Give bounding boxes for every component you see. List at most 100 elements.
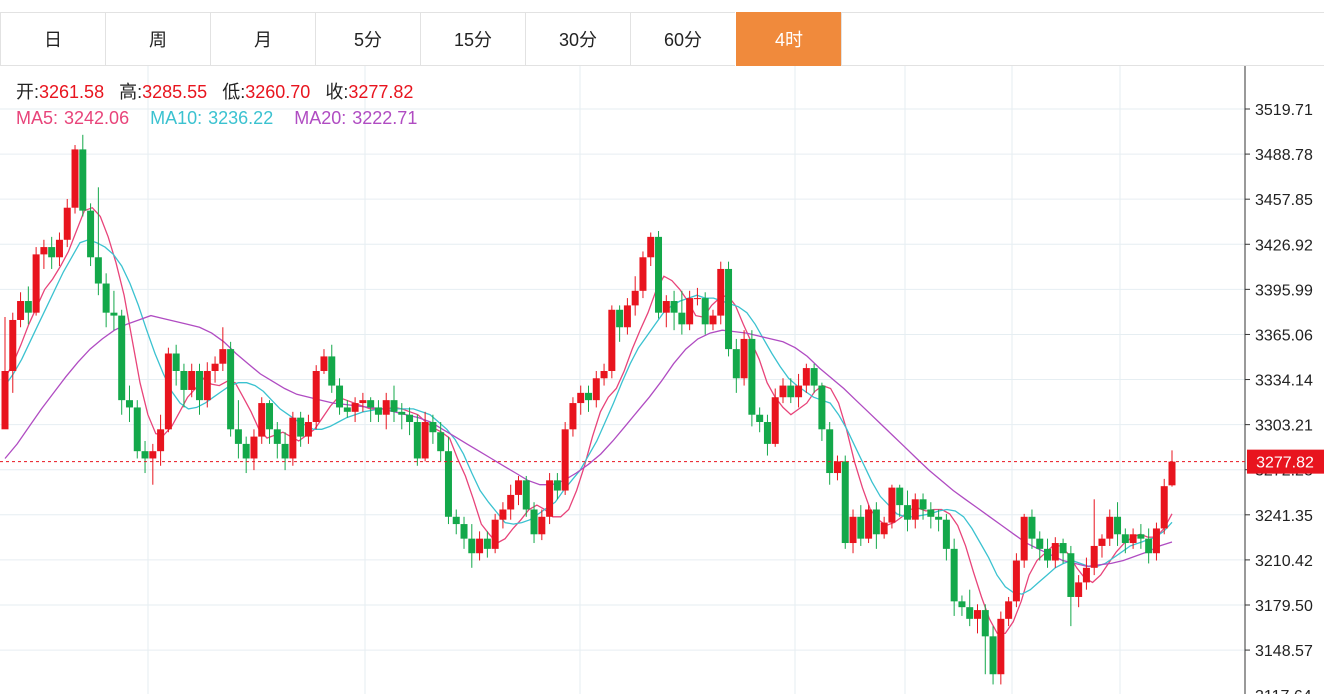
candle (281, 432, 289, 471)
candle-body (709, 315, 717, 325)
candle (188, 363, 196, 398)
candle (826, 422, 834, 485)
tab-week[interactable]: 周 (105, 12, 210, 66)
candle-body (841, 461, 849, 544)
candle (258, 397, 266, 444)
candle-body (180, 370, 188, 390)
price-axis: 3519.71 3488.78 3457.85 3426.92 3395.99 3365.… (1245, 102, 1313, 694)
y-tick-label: 3210.42 (1255, 553, 1313, 570)
tab-day[interactable]: 日 (0, 12, 105, 66)
candle (662, 295, 670, 328)
candle-body (538, 516, 546, 535)
low-label: 低: (222, 82, 245, 102)
ma10-label: MA10: (150, 108, 202, 128)
candle-body (149, 451, 157, 459)
ma5-value: 3242.06 (64, 108, 129, 128)
candle-body (32, 254, 40, 313)
candle-body (71, 149, 79, 208)
candle (1051, 537, 1059, 568)
candle (55, 232, 63, 267)
candle (740, 330, 748, 386)
candle (561, 422, 569, 495)
candle-body (266, 403, 274, 430)
candle-body (981, 610, 989, 637)
candle-body (242, 443, 250, 459)
candle (538, 509, 546, 541)
candle-body (693, 298, 701, 300)
tabs-filler (841, 12, 1324, 66)
candle (499, 502, 507, 529)
candle-body (125, 400, 133, 408)
tab-5min[interactable]: 5分 (315, 12, 420, 66)
candle-body (771, 397, 779, 444)
candle (896, 484, 904, 517)
ma10-value: 3236.22 (208, 108, 273, 128)
candle-body (763, 422, 771, 444)
candle (219, 327, 227, 371)
candle-body (234, 429, 242, 444)
candle (717, 261, 725, 325)
candle (981, 604, 989, 675)
candle (927, 502, 935, 529)
candle (452, 509, 460, 535)
candle-body (1114, 516, 1122, 535)
candle-body (273, 429, 281, 444)
candle-body (437, 432, 445, 452)
candle (297, 411, 305, 447)
candle-body (289, 417, 297, 459)
candle-body (935, 516, 943, 520)
candle-body (592, 378, 600, 401)
candle-body (250, 436, 258, 459)
candle-body (662, 301, 670, 313)
candle (304, 414, 312, 444)
tab-15min[interactable]: 15分 (420, 12, 525, 66)
candle (1067, 545, 1075, 627)
candle (1005, 596, 1013, 627)
candle-body (911, 499, 919, 520)
ma20-value: 3222.71 (352, 108, 417, 128)
candle-body (476, 538, 484, 554)
candle-body (304, 422, 312, 437)
candle (180, 363, 188, 408)
candle-body (157, 429, 165, 452)
candle (289, 411, 297, 466)
candle (102, 273, 110, 328)
candle-body (1168, 461, 1176, 486)
candle-body (1098, 538, 1106, 546)
y-tick-label: 3365.06 (1255, 327, 1313, 344)
last-price-label: 3277.82 (1256, 455, 1314, 472)
candle (888, 484, 896, 529)
tab-30min[interactable]: 30分 (525, 12, 630, 66)
ohlc-info: 开:3261.58 高:3285.55 低:3260.70 收:3277.82 (16, 82, 413, 102)
candle-body (483, 538, 491, 549)
tab-60min[interactable]: 60分 (630, 12, 735, 66)
candle-body (320, 356, 328, 371)
candle (748, 330, 756, 427)
candle-body (336, 385, 344, 408)
candle (1028, 509, 1036, 549)
candle-body (577, 392, 585, 404)
candle (756, 407, 764, 433)
open-label: 开: (16, 82, 39, 102)
candle-body (530, 509, 538, 535)
candle-body (655, 236, 663, 313)
candle (382, 392, 390, 430)
candle-body (382, 400, 390, 415)
candle (118, 309, 126, 415)
high-label: 高: (119, 82, 142, 102)
candle (273, 422, 281, 459)
candle-body (1, 370, 9, 430)
candle (647, 232, 655, 267)
candle-body (942, 519, 950, 549)
candle (795, 373, 803, 408)
candle-body (1012, 560, 1020, 602)
candle-body (546, 480, 554, 517)
candle (9, 312, 17, 393)
candle-body (1020, 516, 1028, 561)
ma10-line (4, 239, 1173, 595)
candle-body (499, 509, 507, 520)
y-tick-label: 3241.35 (1255, 508, 1313, 525)
candle (577, 385, 585, 415)
tab-4hour[interactable]: 4时 (736, 12, 841, 66)
tab-month[interactable]: 月 (210, 12, 315, 66)
